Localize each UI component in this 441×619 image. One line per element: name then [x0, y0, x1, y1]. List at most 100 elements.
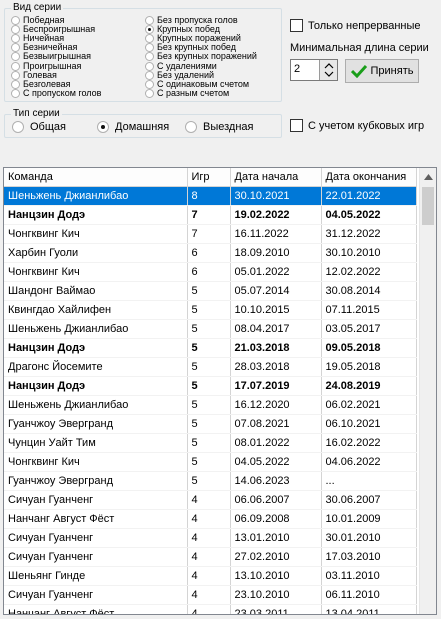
cell-games: 5 [187, 281, 231, 301]
cell-games: 4 [187, 528, 231, 548]
series-kind-option[interactable]: С пропуском голов [11, 88, 101, 98]
table-row[interactable]: Нанчанг Август Фёст 4 23.03.2011 13.04.2011 [4, 604, 417, 614]
radio-button[interactable] [12, 121, 24, 133]
cell-end: 06.02.2021 [321, 395, 417, 415]
cell-start: 23.03.2011 [230, 604, 322, 614]
cell-start: 19.02.2022 [230, 205, 322, 225]
series-type-option-label: Домашняя [115, 121, 170, 133]
radio-button[interactable] [145, 70, 154, 80]
radio-button[interactable] [11, 70, 20, 80]
table-row[interactable]: Шеньжень Джианлибао 8 30.10.2021 22.01.2022 [4, 186, 417, 206]
cell-end: 04.05.2022 [321, 205, 417, 225]
only-continuous-box[interactable] [290, 19, 303, 32]
table-row[interactable]: Шандонг Ваймао 5 05.07.2014 30.08.2014 [4, 281, 417, 301]
radio-button[interactable] [145, 79, 154, 89]
radio-button[interactable] [145, 52, 154, 62]
cell-start: 08.01.2022 [230, 433, 322, 453]
table-row[interactable]: Чонгквинг Кич 6 05.01.2022 12.02.2022 [4, 262, 417, 282]
series-table[interactable]: Команда Игр Дата начала Дата окончания Ш… [3, 167, 437, 615]
series-kind-option[interactable]: С разным счетом [145, 88, 229, 98]
table-row[interactable]: Сичуан Гуанченг 4 27.02.2010 17.03.2010 [4, 547, 417, 567]
column-header-end[interactable]: Дата окончания [321, 168, 417, 187]
cell-start: 16.12.2020 [230, 395, 322, 415]
radio-button[interactable] [11, 61, 20, 71]
table-row[interactable]: Сичуан Гуанченг 4 23.10.2010 06.11.2010 [4, 585, 417, 605]
cell-end: 24.08.2019 [321, 376, 417, 396]
column-header-team[interactable]: Команда [4, 168, 188, 187]
radio-button[interactable] [97, 121, 109, 133]
table-row[interactable]: Нанцзин Додэ 5 17.07.2019 24.08.2019 [4, 376, 417, 396]
table-row[interactable]: Драгонс Йосемите 5 28.03.2018 19.05.2018 [4, 357, 417, 377]
cup-games-box[interactable] [290, 119, 303, 132]
table-row[interactable]: Чунцин Уайт Тим 5 08.01.2022 16.02.2022 [4, 433, 417, 453]
table-row[interactable]: Нанцзин Додэ 7 19.02.2022 04.05.2022 [4, 205, 417, 225]
table-row[interactable]: Шеньянг Гинде 4 13.10.2010 03.11.2010 [4, 566, 417, 586]
table-row[interactable]: Гуанчжоу Эвергранд 5 07.08.2021 06.10.2021 [4, 414, 417, 434]
min-length-value[interactable]: 2 [291, 60, 319, 80]
table-row[interactable]: Нанцзин Додэ 5 21.03.2018 09.05.2018 [4, 338, 417, 358]
table-row[interactable]: Сичуан Гуанченг 4 06.06.2007 30.06.2007 [4, 490, 417, 510]
radio-button[interactable] [145, 61, 154, 71]
radio-button[interactable] [11, 79, 20, 89]
cell-start: 16.11.2022 [230, 224, 322, 244]
cell-team: Квингдао Хайлифен [4, 300, 188, 320]
radio-button[interactable] [11, 16, 20, 25]
radio-button[interactable] [145, 88, 154, 98]
cell-end: 07.11.2015 [321, 300, 417, 320]
table-row[interactable]: Шеньжень Джианлибао 5 16.12.2020 06.02.2021 [4, 395, 417, 415]
cell-start: 13.01.2010 [230, 528, 322, 548]
cell-start: 05.07.2014 [230, 281, 322, 301]
series-type-option[interactable]: Домашняя [97, 121, 169, 133]
radio-button[interactable] [185, 121, 197, 133]
cell-team: Чунцин Уайт Тим [4, 433, 188, 453]
radio-button[interactable] [145, 16, 154, 25]
table-row[interactable]: Чонгквинг Кич 5 04.05.2022 04.06.2022 [4, 452, 417, 472]
cell-start: 28.03.2018 [230, 357, 322, 377]
table-row[interactable]: Нанчанг Август Фёст 4 06.09.2008 10.01.2009 [4, 509, 417, 529]
cell-team: Сичуан Гуанченг [4, 528, 188, 548]
min-length-spinner[interactable]: 2 [290, 59, 338, 81]
cell-start: 18.09.2010 [230, 243, 322, 263]
cell-start: 17.07.2019 [230, 376, 322, 396]
radio-button[interactable] [11, 25, 20, 35]
radio-button[interactable] [145, 34, 154, 44]
series-type-option[interactable]: Выездная [185, 121, 254, 133]
cell-start: 05.01.2022 [230, 262, 322, 282]
cell-end: 17.03.2010 [321, 547, 417, 567]
cell-games: 6 [187, 243, 231, 263]
column-header-start[interactable]: Дата начала [230, 168, 322, 187]
cell-games: 7 [187, 224, 231, 244]
cell-end: ... [321, 471, 417, 491]
table-row[interactable]: Гуанчжоу Эвергранд 5 14.06.2023... [4, 471, 417, 491]
cell-games: 5 [187, 414, 231, 434]
radio-button[interactable] [11, 88, 20, 98]
cell-start: 13.10.2010 [230, 566, 322, 586]
radio-button[interactable] [11, 43, 20, 53]
series-type-option[interactable]: Общая [12, 121, 66, 133]
cell-end: 09.05.2018 [321, 338, 417, 358]
only-continuous-checkbox[interactable]: Только непрерванные [290, 19, 421, 32]
radio-button[interactable] [11, 52, 20, 62]
radio-button[interactable] [145, 25, 154, 35]
scroll-up-icon[interactable] [420, 168, 436, 185]
table-row[interactable]: Шеньжень Джианлибао 5 08.04.2017 03.05.2017 [4, 319, 417, 339]
radio-button[interactable] [145, 43, 154, 53]
cell-start: 14.06.2023 [230, 471, 322, 491]
scrollbar-thumb[interactable] [422, 187, 434, 225]
cell-team: Шеньянг Гинде [4, 566, 188, 586]
cell-team: Нанцзин Додэ [4, 376, 188, 396]
cell-team: Сичуан Гуанченг [4, 490, 188, 510]
apply-button[interactable]: Принять [345, 59, 419, 83]
table-row[interactable]: Сичуан Гуанченг 4 13.01.2010 30.01.2010 [4, 528, 417, 548]
column-header-games[interactable]: Игр [187, 168, 231, 187]
cell-start: 08.04.2017 [230, 319, 322, 339]
cup-games-checkbox[interactable]: С учетом кубковых игр [290, 119, 424, 132]
radio-button[interactable] [11, 34, 20, 44]
spinner-arrows-icon[interactable] [319, 60, 337, 80]
cup-games-label: С учетом кубковых игр [308, 119, 425, 132]
cell-games: 4 [187, 490, 231, 510]
table-row[interactable]: Квингдао Хайлифен 5 10.10.2015 07.11.2015 [4, 300, 417, 320]
table-row[interactable]: Чонгквинг Кич 7 16.11.2022 31.12.2022 [4, 224, 417, 244]
vertical-scrollbar[interactable] [419, 168, 436, 614]
table-row[interactable]: Харбин Гуоли 6 18.09.2010 30.10.2010 [4, 243, 417, 263]
